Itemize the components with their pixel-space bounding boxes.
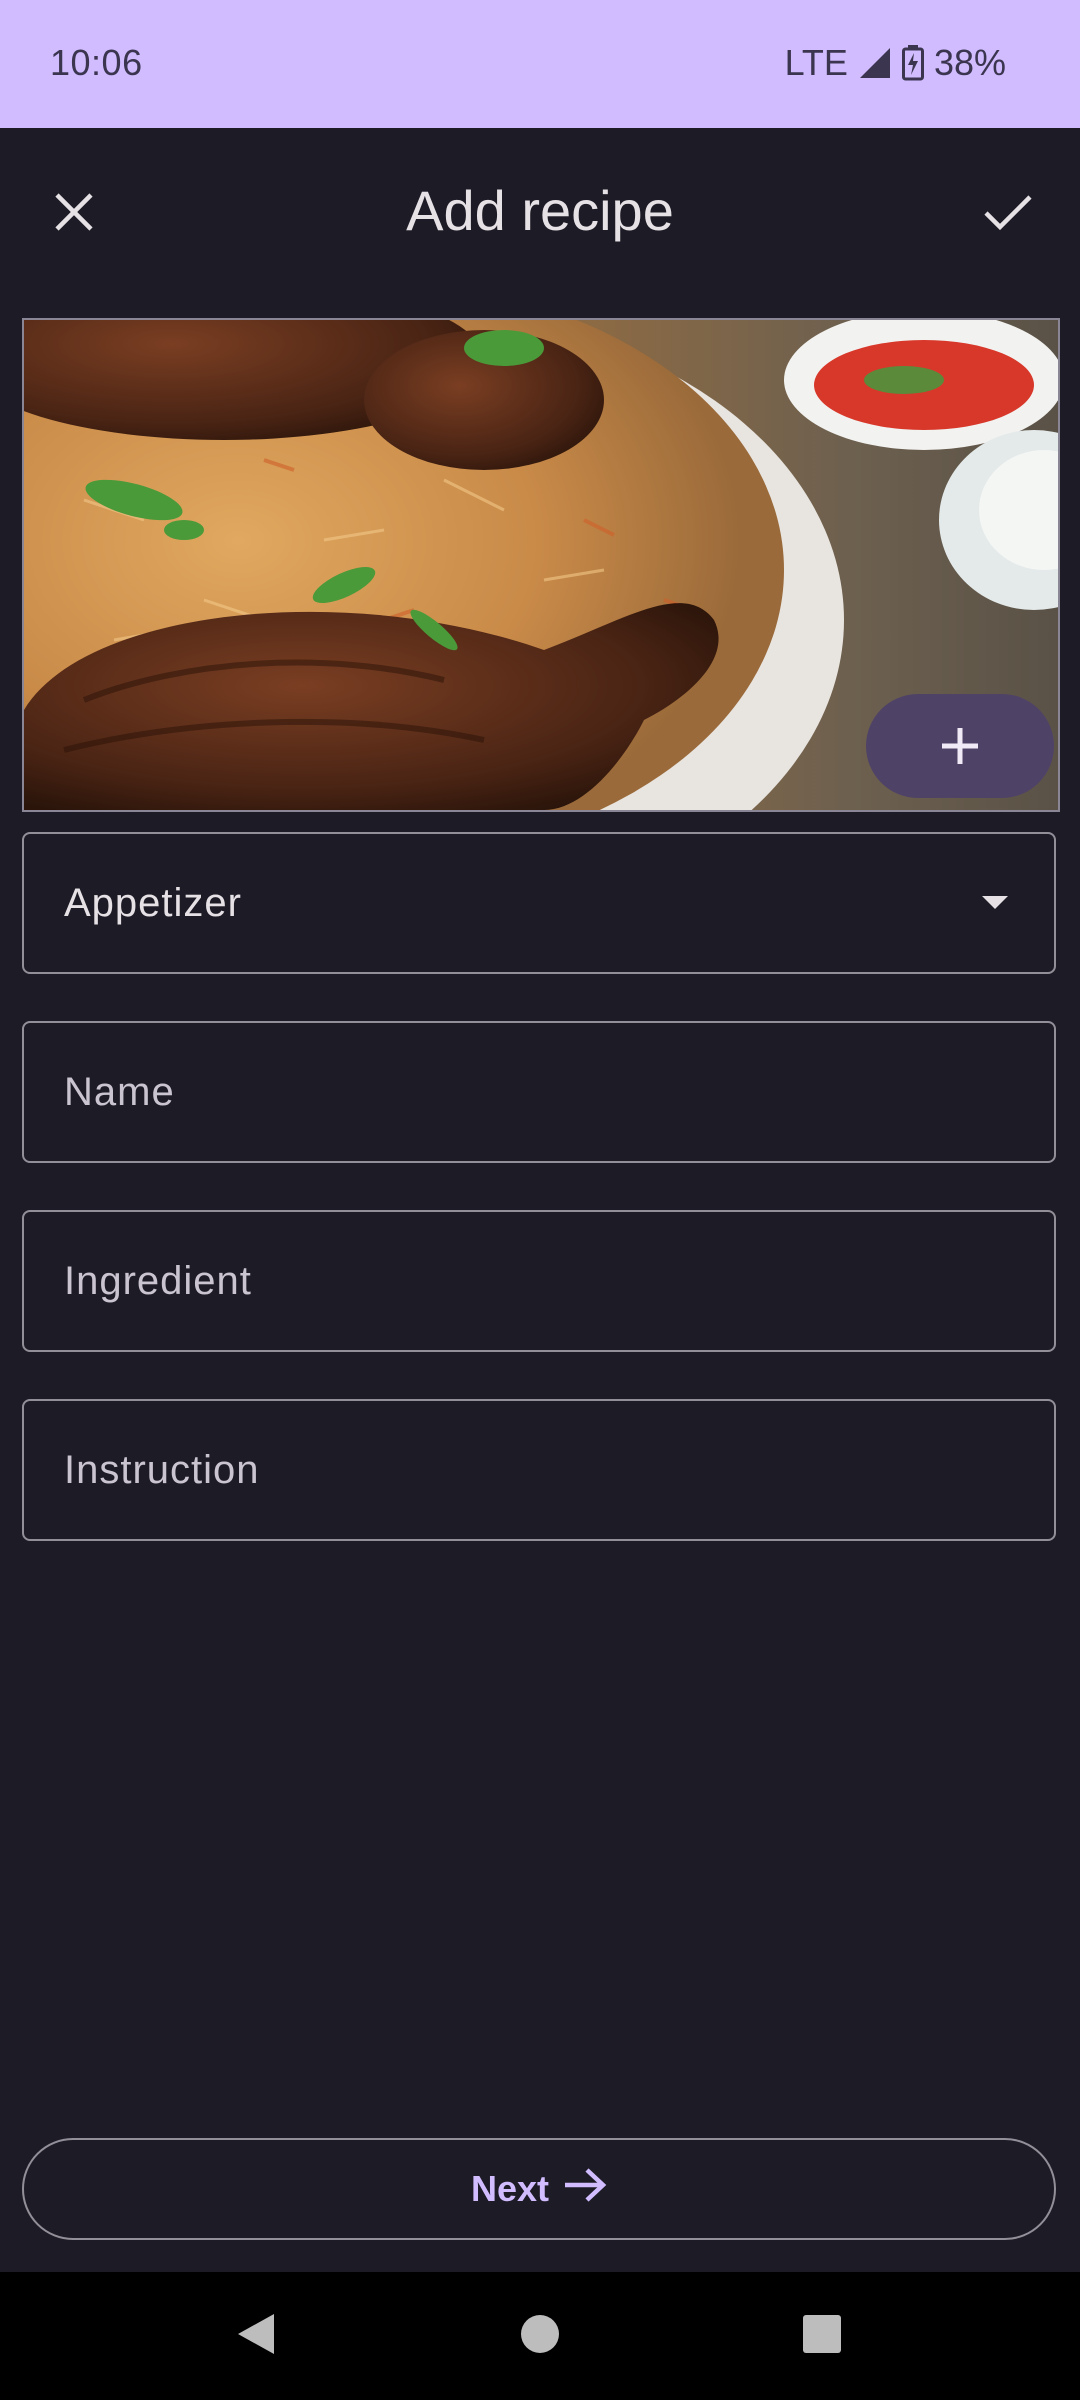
status-time: 10:06 (50, 42, 143, 83)
instruction-placeholder: Instruction (64, 1447, 260, 1492)
next-label: Next (470, 2168, 550, 2209)
home-button[interactable] (510, 2306, 570, 2366)
signal-icon (858, 46, 892, 80)
recents-square-icon (802, 2314, 842, 2359)
category-dropdown[interactable]: Appetizer (22, 832, 1056, 974)
dropdown-arrow-icon (982, 896, 1008, 909)
home-circle-icon (520, 2314, 560, 2359)
add-photo-button[interactable] (866, 694, 1054, 798)
check-icon (983, 192, 1033, 237)
page-title: Add recipe (406, 179, 674, 242)
ingredient-field[interactable]: Ingredient (22, 1210, 1056, 1352)
back-triangle-icon (236, 2312, 276, 2361)
navigation-bar (0, 2272, 1080, 2400)
recents-button[interactable] (792, 2306, 852, 2366)
name-placeholder: Name (64, 1069, 175, 1114)
plus-icon (940, 726, 980, 766)
status-bar: 10:06 LTE 38% (0, 0, 1080, 128)
recipe-photo[interactable] (22, 318, 1060, 812)
instruction-field[interactable]: Instruction (22, 1399, 1056, 1541)
name-field[interactable]: Name (22, 1021, 1056, 1163)
network-type: LTE (784, 42, 848, 83)
save-button[interactable] (960, 166, 1056, 262)
back-button[interactable] (226, 2306, 286, 2366)
app-bar: Add recipe (0, 128, 1080, 298)
next-button[interactable]: Next (22, 2138, 1056, 2240)
status-icons: LTE 38% (785, 42, 1006, 84)
ingredient-placeholder: Ingredient (64, 1258, 252, 1303)
battery-icon (901, 45, 924, 81)
arrow-right-icon (563, 2167, 607, 2212)
battery-level: 38% (933, 42, 1006, 83)
category-value: Appetizer (64, 880, 242, 925)
